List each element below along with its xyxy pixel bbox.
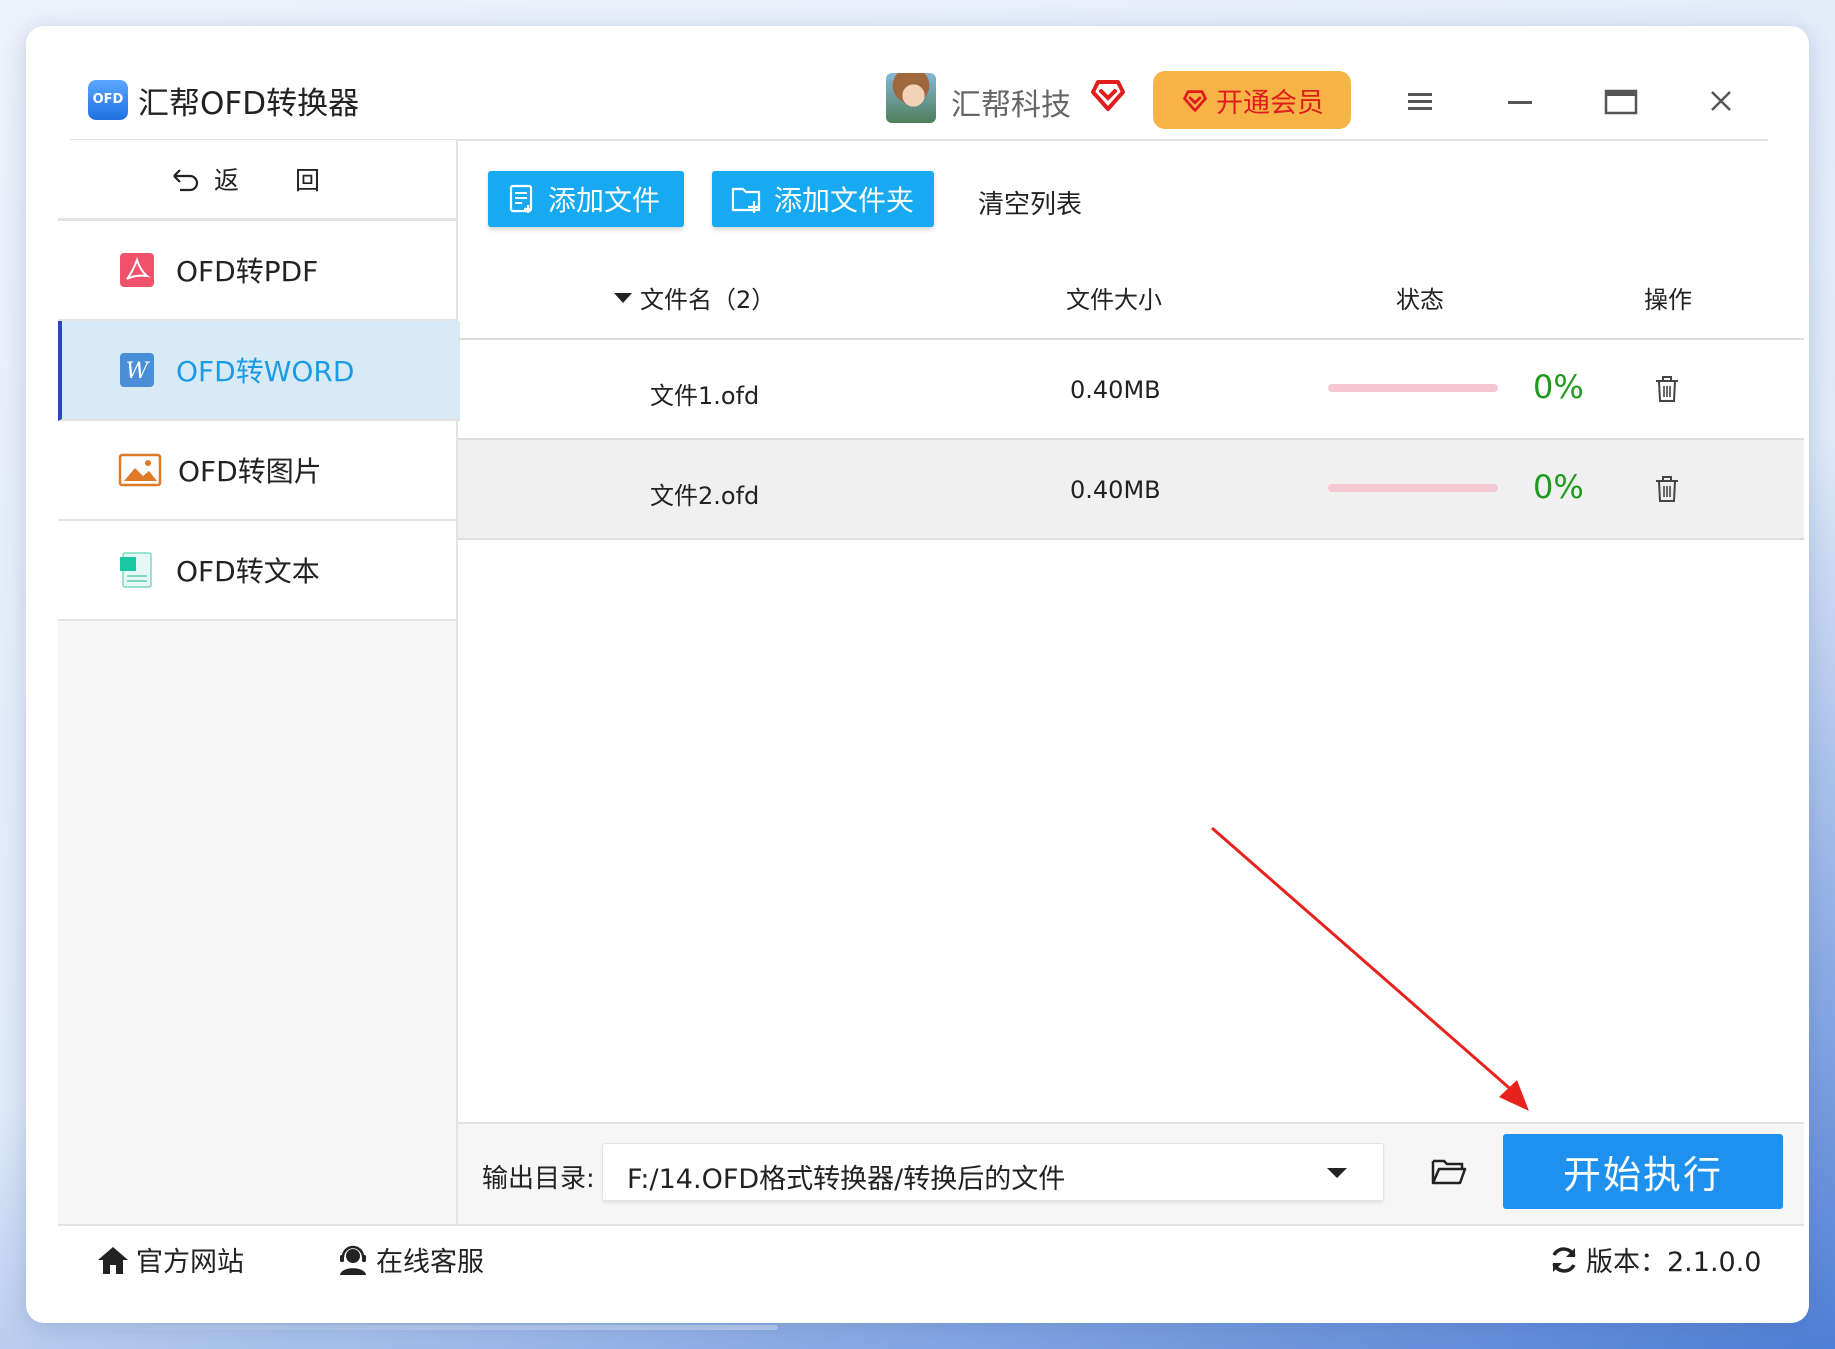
text-file-icon (120, 552, 152, 588)
menu-icon[interactable] (1404, 88, 1438, 116)
official-website-label: 官方网站 (136, 1247, 244, 1278)
file-size: 0.40MB (1070, 376, 1161, 404)
image-icon (118, 453, 162, 487)
home-icon (98, 1246, 128, 1274)
clear-list-button[interactable]: 清空列表 (978, 184, 1082, 221)
version-info[interactable]: 版本：2.1.0.0 (1548, 1240, 1761, 1279)
user-name[interactable]: 汇帮科技 (951, 80, 1071, 124)
sidebar: 返 回 OFD转PDF W OFD转WORD OFD转图片 OFD转文本 (58, 140, 460, 1224)
delete-icon[interactable] (1653, 474, 1681, 504)
maximize-icon[interactable] (1604, 88, 1638, 116)
app-logo: OFD (88, 80, 128, 120)
version-label: 版本：2.1.0.0 (1586, 1247, 1762, 1278)
add-folder-button[interactable]: 添加文件夹 (712, 171, 934, 227)
svg-text:W: W (126, 359, 151, 384)
sidebar-item-label: OFD转图片 (178, 455, 322, 488)
progress-percent: 0% (1533, 468, 1584, 506)
output-directory-path: F:/14.OFD格式转换器/转换后的文件 (627, 1164, 1066, 1195)
sidebar-item-ofd-to-word[interactable]: W OFD转WORD (58, 321, 460, 421)
vip-heart-icon (1091, 80, 1125, 111)
output-bar: 输出目录: F:/14.OFD格式转换器/转换后的文件 开始执行 (458, 1122, 1804, 1224)
file-size: 0.40MB (1070, 476, 1161, 504)
column-header-status: 状态 (1396, 286, 1444, 314)
vip-button-label: 开通会员 (1216, 87, 1324, 119)
word-icon: W (120, 353, 154, 387)
sidebar-item-label: OFD转PDF (176, 255, 319, 288)
add-folder-label: 添加文件夹 (774, 184, 915, 217)
progress-bar (1328, 484, 1498, 492)
progress-percent: 0% (1533, 368, 1584, 406)
vip-diamond-icon (1183, 90, 1207, 112)
back-label: 返 回 (214, 166, 344, 195)
output-directory-select[interactable]: F:/14.OFD格式转换器/转换后的文件 (602, 1143, 1384, 1201)
start-conversion-button[interactable]: 开始执行 (1503, 1134, 1783, 1209)
column-header-name[interactable]: 文件名（2） (614, 280, 775, 315)
official-website-link[interactable]: 官方网站 (96, 1240, 244, 1279)
folder-open-icon[interactable] (1430, 1156, 1468, 1188)
sidebar-item-ofd-to-text[interactable]: OFD转文本 (58, 521, 456, 621)
vip-upgrade-button[interactable]: 开通会员 (1153, 71, 1351, 129)
minimize-icon[interactable] (1504, 88, 1538, 116)
file-table-header: 文件名（2） 文件大小 状态 操作 (458, 246, 1804, 340)
user-avatar[interactable] (886, 73, 936, 123)
column-header-name-label: 文件名（2） (640, 286, 776, 314)
pdf-icon (120, 253, 154, 287)
app-title: 汇帮OFD转换器 (138, 86, 360, 122)
window-shadow-bar (58, 1325, 778, 1330)
add-file-icon (509, 184, 533, 213)
title-bar: OFD 汇帮OFD转换器 汇帮科技 开通会员 (26, 26, 1809, 140)
refresh-icon (1552, 1246, 1576, 1273)
sidebar-item-ofd-to-image[interactable]: OFD转图片 (58, 421, 456, 521)
add-folder-icon (731, 187, 761, 213)
back-button[interactable]: 返 回 (58, 140, 456, 221)
column-header-action: 操作 (1644, 286, 1692, 314)
column-header-size: 文件大小 (1066, 286, 1162, 314)
footer: 官方网站 在线客服 版本：2.1.0.0 (58, 1224, 1804, 1292)
add-file-button[interactable]: 添加文件 (488, 171, 684, 227)
table-row[interactable]: 文件2.ofd 0.40MB 0% (458, 440, 1804, 540)
close-icon[interactable] (1704, 88, 1738, 116)
delete-icon[interactable] (1653, 374, 1681, 404)
online-support-link[interactable]: 在线客服 (336, 1240, 484, 1279)
sort-caret-icon (614, 292, 632, 303)
sidebar-item-ofd-to-pdf[interactable]: OFD转PDF (58, 221, 456, 321)
online-support-label: 在线客服 (376, 1247, 484, 1278)
table-row[interactable]: 文件1.ofd 0.40MB 0% (458, 340, 1804, 440)
chevron-down-icon (1327, 1168, 1347, 1178)
file-name: 文件2.ofd (650, 482, 760, 510)
customer-service-icon (340, 1245, 366, 1275)
sidebar-item-label: OFD转WORD (176, 355, 355, 388)
add-file-label: 添加文件 (548, 184, 661, 217)
sidebar-item-label: OFD转文本 (176, 555, 320, 588)
back-arrow-icon (173, 169, 199, 192)
progress-bar (1328, 384, 1498, 392)
file-name: 文件1.ofd (650, 382, 760, 410)
app-window: OFD 汇帮OFD转换器 汇帮科技 开通会员 返 回 OFD转PDF W OFD… (26, 26, 1809, 1323)
output-directory-label: 输出目录: (482, 1164, 595, 1194)
